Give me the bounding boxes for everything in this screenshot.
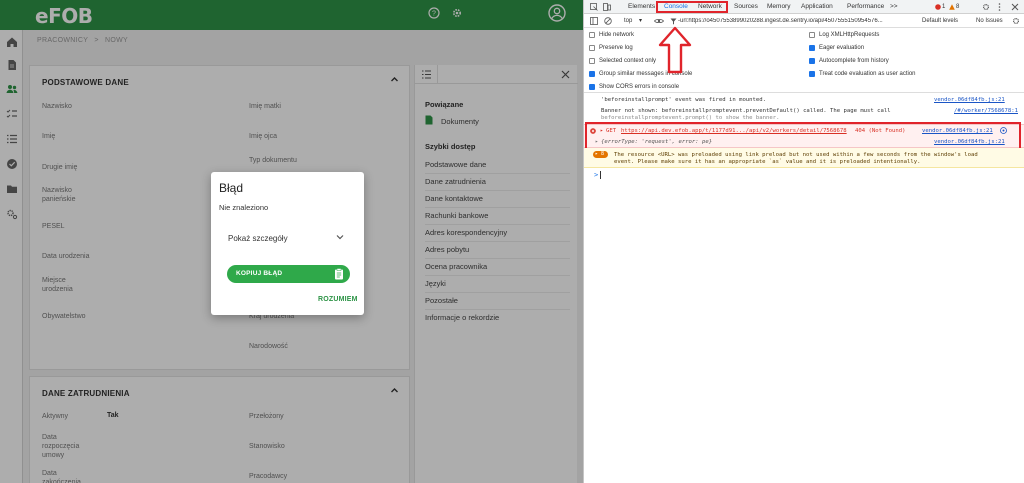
devtools-tab-bar: Elements Console Network Sources Memory … [584,0,1024,14]
log-levels-select[interactable]: Default levels [922,18,958,24]
checkbox-preserve-log[interactable] [589,45,595,51]
copy-error-button[interactable]: KOPIUJ BŁĄD [227,265,350,283]
console-prompt[interactable]: > [594,171,598,179]
devtools-panel: Elements Console Network Sources Memory … [583,0,1024,483]
warning-text: event. Please make sure it has an approp… [614,159,921,165]
checkbox-eager-eval[interactable] [809,45,815,51]
clipboard-icon [335,268,343,280]
console-toolbar: top ▾ -url:https://o450755389902028​8.in… [584,14,1024,28]
chevron-down-icon[interactable] [335,232,345,242]
console-log-line: 'beforeinstallprompt' event was fired in… [601,97,767,103]
expand-arrow-icon: ▸ [595,151,599,157]
tab-performance[interactable]: Performance [847,3,884,10]
dialog-title: Błąd [219,181,244,195]
warning-text: The resource <URL> was preloaded using l… [614,152,978,158]
checkbox-show-cors[interactable] [589,84,595,90]
close-devtools-icon[interactable] [1011,3,1019,11]
show-details-toggle[interactable]: Pokaż szczegóły [228,234,288,243]
context-select[interactable]: top [624,18,632,24]
more-tabs-button[interactable]: >> [890,3,898,10]
option-label: Show CORS errors in console [599,84,680,90]
highlight-box-tabs [656,1,728,13]
console-input-caret[interactable] [600,171,601,179]
annotation-arrow-icon [658,26,692,74]
app-window: eFOB ? PRACOWNICY > NOWY PODSTAWOWE DANE… [0,0,583,483]
console-settings-icon[interactable] [1012,17,1020,25]
inspect-icon[interactable] [590,3,598,11]
highlight-box-error [585,122,1021,150]
checkbox-hide-network[interactable] [589,32,595,38]
checkbox-log-xhr[interactable] [809,32,815,38]
understand-button[interactable]: ROZUMIEM [318,296,358,303]
source-link[interactable]: vendor.06df84fb.js:21 [934,97,1005,103]
console-log-line: Banner not shown: beforeinstallprompteve… [601,108,891,114]
filter-input[interactable]: -url:https://o450755389902028​8.ingest.d… [678,18,908,24]
option-label: Selected context only [599,58,657,64]
warning-count[interactable]: 8 [956,4,959,10]
tab-elements[interactable]: Elements [628,3,655,10]
divider [584,92,1024,93]
issues-button[interactable]: No Issues [976,18,1003,24]
error-dialog: Błąd Nie znaleziono Pokaż szczegóły KOPI… [211,172,364,315]
console-log-line: beforeinstallpromptevent.prompt() to sho… [601,115,780,121]
error-count[interactable]: 1 [942,4,945,10]
warning-message-row[interactable]: 8 ▸ The resource <URL> was preloaded usi… [584,148,1024,168]
error-icon [935,4,941,10]
tab-application[interactable]: Application [801,3,833,10]
tab-memory[interactable]: Memory [767,3,790,10]
option-label: Treat code evaluation as user action [819,71,916,77]
option-label: Eager evaluation [819,45,865,51]
option-label: Autocomplete from history [819,58,889,64]
sidebar-toggle-icon[interactable] [590,17,598,25]
checkbox-autocomplete[interactable] [809,58,815,64]
checkbox-user-action[interactable] [809,71,815,77]
clear-console-icon[interactable] [604,17,612,25]
warning-badge[interactable]: 8 ▸ [593,151,608,158]
gear-icon[interactable] [982,3,990,11]
source-link[interactable]: /#/worker/7568678:1 [954,108,1018,114]
context-dropdown-icon[interactable]: ▾ [639,17,642,24]
copy-error-label: KOPIUJ BŁĄD [236,270,283,277]
filter-icon[interactable] [670,18,677,25]
dialog-message: Nie znaleziono [219,203,269,212]
warning-icon [949,4,955,10]
tab-sources[interactable]: Sources [734,3,758,10]
option-label: Hide network [599,32,635,38]
warning-badge-label: 8 [601,151,605,157]
device-toolbar-icon[interactable] [603,3,611,11]
kebab-menu-icon[interactable] [998,3,1001,11]
eye-icon[interactable] [654,18,664,24]
checkbox-selected-context[interactable] [589,58,595,64]
option-label: Log XMLHttpRequests [819,32,880,38]
checkbox-group-similar[interactable] [589,71,595,77]
option-label: Preserve log [599,45,633,51]
